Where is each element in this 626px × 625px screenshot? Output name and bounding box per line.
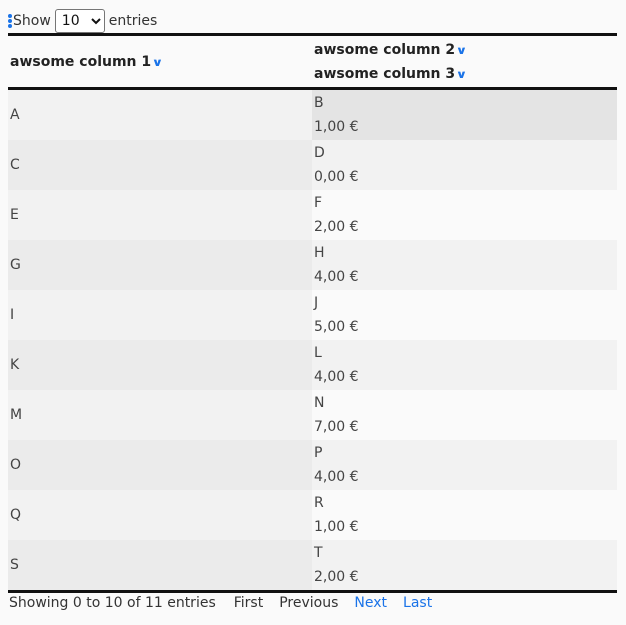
cell-col1: S — [8, 540, 312, 592]
cell-col3: 7,00 € — [314, 419, 359, 435]
cell-col2-3: L 4,00 € — [312, 340, 617, 390]
column-header-label: awsome column 2 — [314, 41, 456, 58]
cell-col2-3: T 2,00 € — [312, 540, 617, 592]
cell-col3: 0,00 € — [314, 169, 359, 185]
cell-col1: M — [8, 390, 312, 440]
cell-col2-3: P 4,00 € — [312, 440, 617, 490]
cell-col2: N — [314, 395, 325, 411]
cell-col2-3: F 2,00 € — [312, 190, 617, 240]
entries-per-page-select[interactable]: 10 — [54, 9, 105, 33]
column-header-1[interactable]: awsome column 1∨ — [8, 34, 312, 90]
cell-col2: J — [314, 295, 319, 311]
cell-col1: Q — [8, 490, 312, 540]
cell-col1: C — [8, 140, 312, 190]
cell-col3: 5,00 € — [314, 319, 359, 335]
table-info: Showing 0 to 10 of 11 entries — [9, 595, 216, 611]
data-table: awsome column 1∨ awsome column 2∨ awsome… — [8, 33, 617, 593]
first-page-button[interactable]: First — [234, 595, 263, 611]
table-row[interactable]: G H 4,00 € — [8, 240, 617, 290]
cell-col2: B — [314, 95, 324, 111]
table-row[interactable]: K L 4,00 € — [8, 340, 617, 390]
table-row[interactable]: M N 7,00 € — [8, 390, 617, 440]
chevron-down-icon[interactable]: ∨ — [456, 63, 468, 87]
cell-col2-3: R 1,00 € — [312, 490, 617, 540]
cell-col3: 4,00 € — [314, 469, 359, 485]
cell-col2: T — [314, 545, 323, 561]
show-label: Show — [13, 13, 51, 29]
drag-handle-icon[interactable] — [8, 14, 12, 28]
cell-col1: A — [8, 88, 312, 140]
table-row[interactable]: Q R 1,00 € — [8, 490, 617, 540]
table-row[interactable]: E F 2,00 € — [8, 190, 617, 240]
chevron-down-icon[interactable]: ∨ — [456, 39, 468, 63]
table-row[interactable]: O P 4,00 € — [8, 440, 617, 490]
next-page-button[interactable]: Next — [354, 595, 387, 611]
cell-col1: I — [8, 290, 312, 340]
cell-col3: 1,00 € — [314, 519, 359, 535]
table-row[interactable]: A B 1,00 € — [8, 88, 617, 140]
cell-col2-3: H 4,00 € — [312, 240, 617, 290]
cell-col2-3: N 7,00 € — [312, 390, 617, 440]
cell-col2: F — [314, 195, 323, 211]
entries-label: entries — [108, 13, 158, 29]
cell-col2: H — [314, 245, 325, 261]
table-row[interactable]: C D 0,00 € — [8, 140, 617, 190]
cell-col3: 4,00 € — [314, 369, 359, 385]
column-header-3[interactable]: awsome column 3∨ — [314, 62, 615, 86]
cell-col2: L — [314, 345, 322, 361]
cell-col3: 1,00 € — [314, 119, 359, 135]
cell-col2-3: D 0,00 € — [312, 140, 617, 190]
table-row[interactable]: S T 2,00 € — [8, 540, 617, 592]
table-row[interactable]: I J 5,00 € — [8, 290, 617, 340]
cell-col2: D — [314, 145, 325, 161]
cell-col1: E — [8, 190, 312, 240]
cell-col2-3: B 1,00 € — [312, 88, 617, 140]
cell-col2: R — [314, 495, 324, 511]
cell-col1: G — [8, 240, 312, 290]
cell-col3: 4,00 € — [314, 269, 359, 285]
last-page-button[interactable]: Last — [403, 595, 432, 611]
header-row: awsome column 1∨ awsome column 2∨ awsome… — [8, 34, 617, 90]
cell-col1: K — [8, 340, 312, 390]
previous-page-button[interactable]: Previous — [279, 595, 338, 611]
column-header-label: awsome column 3 — [314, 65, 456, 82]
cell-col3: 2,00 € — [314, 219, 359, 235]
cell-col1: O — [8, 440, 312, 490]
length-menu: Show 10 entries — [8, 8, 157, 34]
cell-col2-3: J 5,00 € — [312, 290, 617, 340]
column-header-2-3: awsome column 2∨ awsome column 3∨ — [312, 34, 617, 90]
cell-col3: 2,00 € — [314, 569, 359, 585]
column-header-2[interactable]: awsome column 2∨ — [314, 38, 615, 62]
column-header-label: awsome column 1 — [10, 53, 152, 70]
cell-col2: P — [314, 445, 323, 461]
chevron-down-icon[interactable]: ∨ — [152, 56, 164, 69]
table-footer: Showing 0 to 10 of 11 entries First Prev… — [9, 595, 448, 611]
